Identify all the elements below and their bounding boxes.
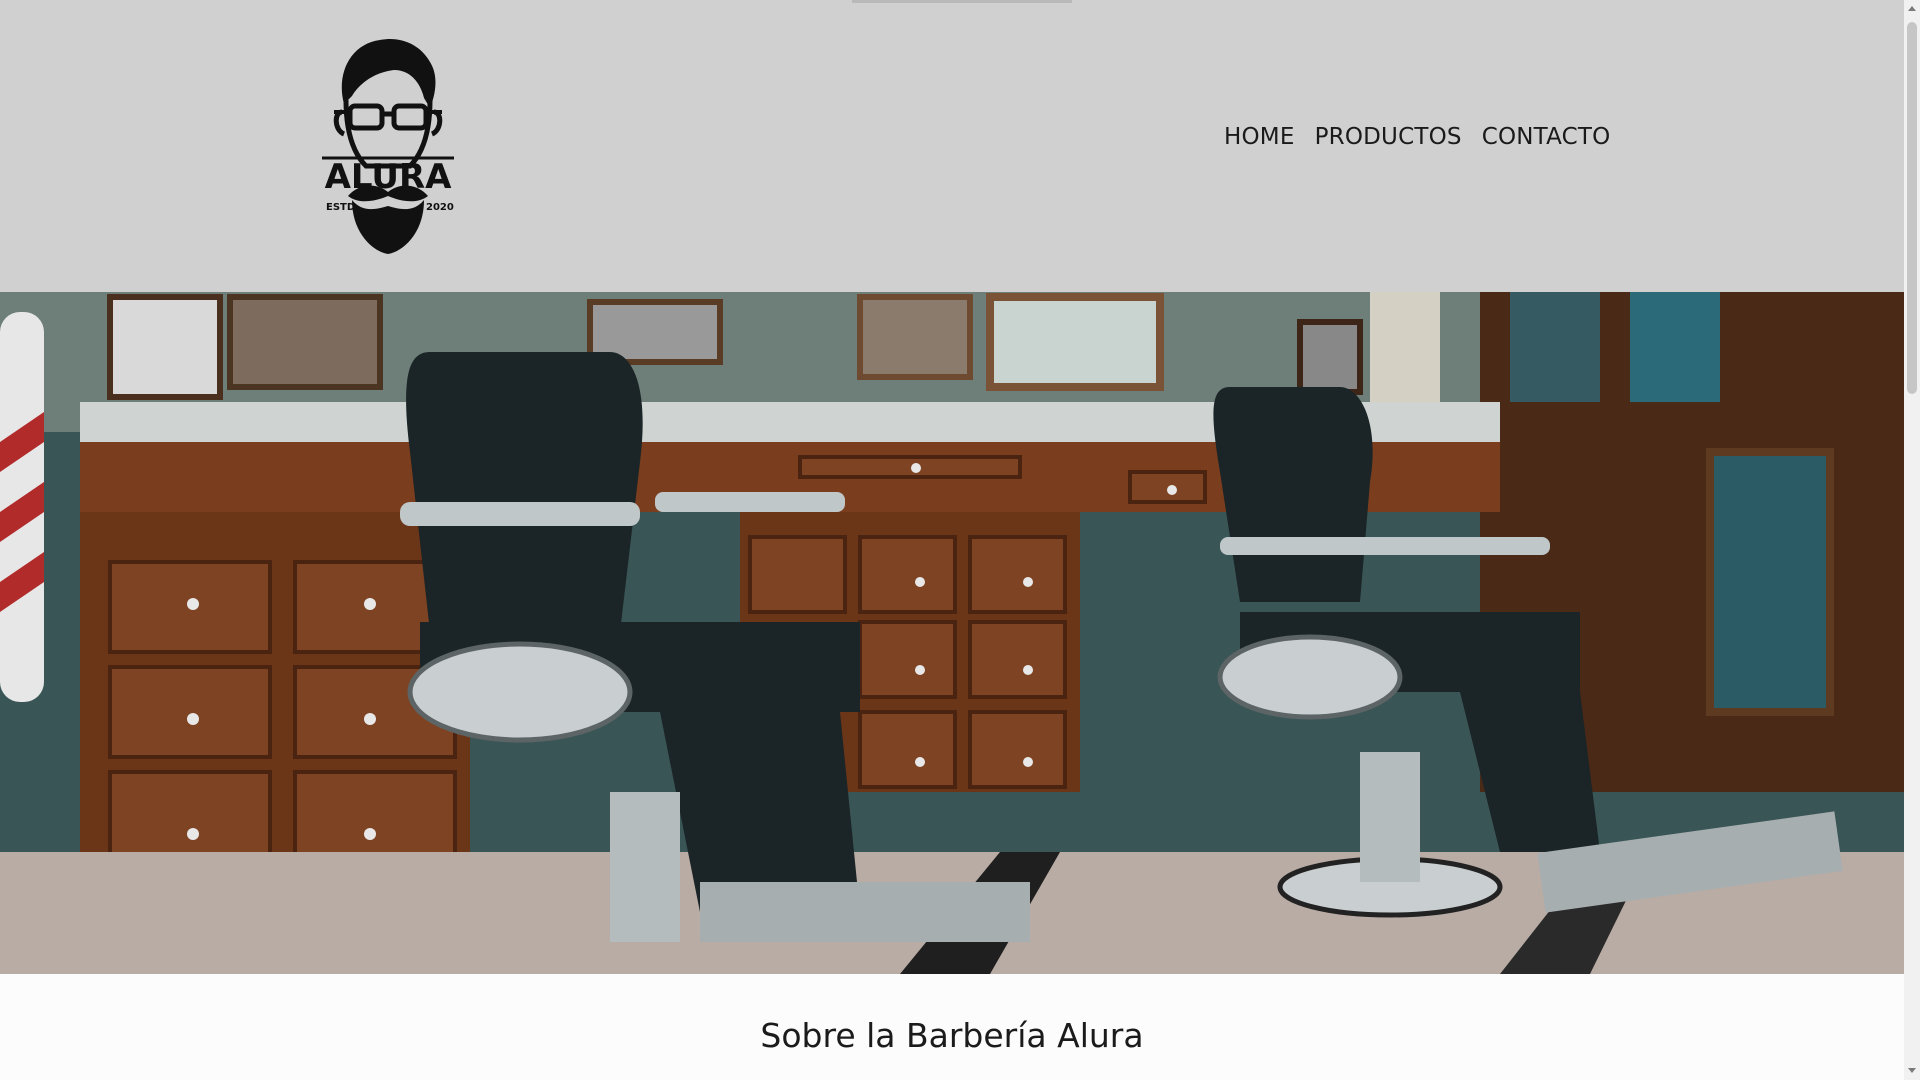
svg-text:ESTD: ESTD <box>326 202 355 213</box>
main-nav: HOME PRODUCTOS CONTACTO <box>1224 124 1610 150</box>
top-indicator <box>852 0 1072 3</box>
hero-image <box>0 292 1904 974</box>
svg-text:2020: 2020 <box>426 202 454 213</box>
site-header: ALURA ESTD 2020 HOME PRODUCTOS CONTACTO <box>0 0 1904 292</box>
logo-link[interactable]: ALURA ESTD 2020 <box>322 34 454 256</box>
scroll-down-icon[interactable] <box>1908 1068 1916 1073</box>
about-title: Sobre la Barbería Alura <box>760 1016 1144 1055</box>
page: ALURA ESTD 2020 HOME PRODUCTOS CONTACTO <box>0 0 1904 1080</box>
nav-contacto-link[interactable]: CONTACTO <box>1482 124 1611 150</box>
scroll-thumb[interactable] <box>1907 22 1917 394</box>
barbershop-photo <box>0 292 1904 974</box>
barber-logo-icon: ALURA ESTD 2020 <box>322 38 454 254</box>
nav-home-link[interactable]: HOME <box>1224 124 1295 150</box>
scroll-up-icon[interactable] <box>1908 6 1916 11</box>
nav-productos-link[interactable]: PRODUCTOS <box>1315 124 1462 150</box>
svg-text:ALURA: ALURA <box>325 157 453 197</box>
vertical-scrollbar[interactable] <box>1904 0 1920 1080</box>
